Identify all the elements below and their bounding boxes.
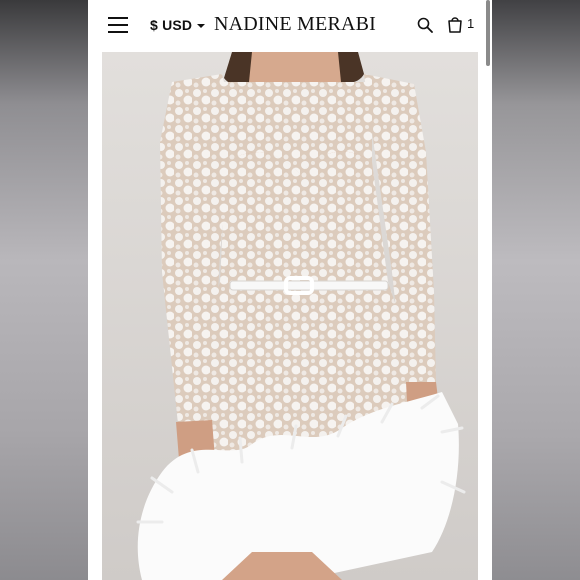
scrollbar[interactable] (486, 0, 490, 66)
currency-label: $ USD (150, 17, 193, 33)
phone-screen: $ USD NADINE MERABI 1 (88, 0, 492, 580)
cart-count: 1 (467, 16, 475, 31)
search-icon[interactable] (417, 17, 433, 33)
brand-logo[interactable]: NADINE MERABI (214, 13, 376, 37)
site-header: $ USD NADINE MERABI 1 (88, 0, 492, 52)
blurred-backdrop-right (492, 0, 580, 580)
dress-illustration (102, 52, 478, 580)
product-image[interactable] (102, 52, 478, 580)
blurred-backdrop-left (0, 0, 88, 580)
caret-down-icon (197, 23, 206, 28)
menu-icon[interactable] (108, 17, 128, 34)
currency-selector[interactable]: $ USD (150, 16, 206, 34)
shopping-bag-icon[interactable] (447, 15, 463, 33)
